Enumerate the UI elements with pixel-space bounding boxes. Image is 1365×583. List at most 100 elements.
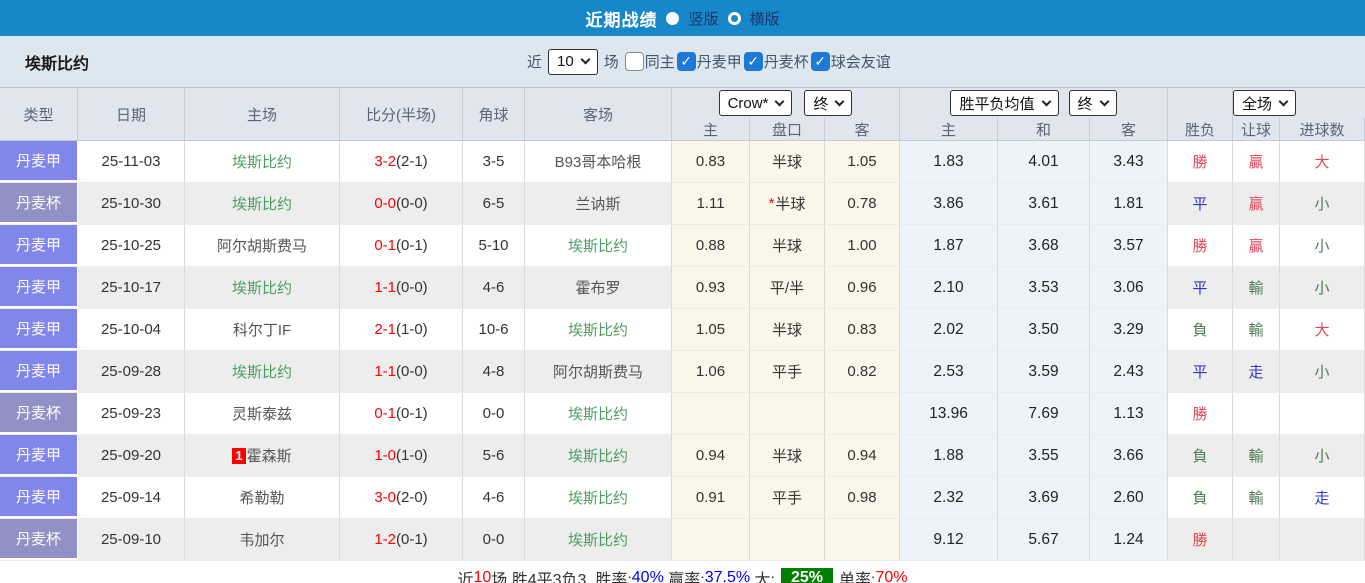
layout-vertical-radio[interactable]	[666, 11, 680, 25]
chevron-down-icon	[580, 54, 591, 65]
result-cell: 平	[1168, 267, 1233, 308]
home-team-cell: 埃斯比约	[185, 267, 340, 308]
filter-controls: 近 10 场 同主 ✓ 丹麦甲 ✓ 丹麦杯 ✓ 球会友谊	[527, 36, 891, 87]
layout-horizontal-label[interactable]: 横版	[750, 8, 780, 29]
chevron-down-icon	[834, 96, 845, 106]
sub-header-avg-away: 客	[1090, 118, 1168, 140]
filter-checkbox-label[interactable]: 丹麦甲	[697, 51, 742, 72]
home-team-cell: 灵斯泰兹	[185, 393, 340, 434]
avg-draw-cell: 3.50	[998, 309, 1090, 350]
result-cell: 勝	[1168, 225, 1233, 266]
table-row: 丹麦甲 25-09-28 埃斯比约 1-1 (0-0) 4-8 阿尔胡斯费马 1.06 平手 0.…	[0, 351, 1365, 393]
sub-header-avg-draw: 和	[998, 118, 1090, 140]
date-cell: 25-09-10	[78, 519, 185, 560]
filter-checkbox-label[interactable]: 同主	[645, 51, 675, 72]
table-row: 丹麦甲 25-09-20 1 霍森斯 1-0 (1-0) 5-6 埃斯比约 0.94 半球 0.94…	[0, 435, 1365, 477]
away-team-cell: 埃斯比约	[525, 435, 672, 476]
handicap-cell: 平/半	[750, 267, 825, 308]
odds-source-select[interactable]: Crow*	[718, 90, 793, 116]
let-result-cell: 贏	[1233, 141, 1280, 182]
score-cell: 3-0 (2-0)	[340, 477, 463, 518]
odds-home-cell: 0.83	[672, 141, 750, 182]
summary-text: 70%	[875, 568, 908, 583]
result-cell: 平	[1168, 183, 1233, 224]
date-cell: 25-09-14	[78, 477, 185, 518]
filter-checkbox-item: ✓ 丹麦杯	[743, 51, 809, 72]
let-result-cell: 贏	[1233, 225, 1280, 266]
sub-header-let: 让球	[1233, 118, 1280, 140]
layout-vertical-label[interactable]: 竖版	[688, 8, 718, 29]
league-type-cell: 丹麦甲	[0, 435, 78, 476]
avg-home-cell: 1.88	[900, 435, 998, 476]
avg-home-cell: 1.87	[900, 225, 998, 266]
filter-checkbox-label[interactable]: 丹麦杯	[764, 51, 809, 72]
handicap-cell	[750, 393, 825, 434]
layout-horizontal-radio[interactable]	[727, 11, 741, 25]
avg-select-group: 胜平负均值 终	[900, 88, 1168, 118]
away-team-cell: 兰讷斯	[525, 183, 672, 224]
star-icon: *	[768, 195, 775, 212]
rank-badge: 1	[232, 447, 246, 464]
avg-away-cell: 3.29	[1090, 309, 1168, 350]
avg-draw-cell: 3.68	[998, 225, 1090, 266]
avg-away-cell: 1.81	[1090, 183, 1168, 224]
away-team-cell: 阿尔胡斯费马	[525, 351, 672, 392]
filter-checkbox-item: ✓ 丹麦甲	[676, 51, 742, 72]
handicap-cell: 平手	[750, 351, 825, 392]
avg-home-cell: 2.02	[900, 309, 998, 350]
league-type-cell: 丹麦甲	[0, 141, 78, 182]
avg-home-cell: 2.32	[900, 477, 998, 518]
sub-header-odds-home: 主	[672, 118, 750, 140]
let-result-cell: 輸	[1233, 309, 1280, 350]
goal-result-cell: 大	[1280, 141, 1365, 182]
odds-home-cell: 1.06	[672, 351, 750, 392]
checkbox-checked-icon[interactable]: ✓	[676, 52, 696, 71]
avg-draw-cell: 3.61	[998, 183, 1090, 224]
team-name: 埃斯比约	[25, 55, 90, 73]
odds-home-cell: 0.93	[672, 267, 750, 308]
odds-away-cell: 0.96	[825, 267, 900, 308]
corners-cell: 4-6	[463, 267, 525, 308]
odds-away-cell: 1.05	[825, 141, 900, 182]
result-cell: 勝	[1168, 519, 1233, 560]
scope-select[interactable]: 全场	[1233, 90, 1297, 116]
filter-checkbox-item: ✓ 球会友谊	[810, 51, 891, 72]
away-team-cell: 埃斯比约	[525, 309, 672, 350]
home-team-cell: 希勒勒	[185, 477, 340, 518]
score-cell: 0-0 (0-0)	[340, 183, 463, 224]
away-team-cell: 埃斯比约	[525, 477, 672, 518]
odds-time-select[interactable]: 终	[804, 90, 853, 116]
odds-away-cell	[825, 393, 900, 434]
avg-home-cell: 3.86	[900, 183, 998, 224]
avg-draw-cell: 3.69	[998, 477, 1090, 518]
score-cell: 1-1 (0-0)	[340, 267, 463, 308]
summary-text: 赢率:	[663, 571, 705, 583]
table-row: 丹麦甲 25-10-25 阿尔胡斯费马 0-1 (0-1) 5-10 埃斯比约 0.88 半球 1…	[0, 225, 1365, 267]
avg-draw-cell: 4.01	[998, 141, 1090, 182]
league-type-cell: 丹麦甲	[0, 225, 78, 266]
chevron-down-icon	[1278, 96, 1289, 106]
odds-home-cell: 0.88	[672, 225, 750, 266]
avg-time-select[interactable]: 终	[1068, 90, 1117, 116]
league-type-cell: 丹麦杯	[0, 183, 78, 224]
let-result-cell: 贏	[1233, 183, 1280, 224]
recent-count-select[interactable]: 10	[548, 48, 598, 75]
home-team-cell: 埃斯比约	[185, 351, 340, 392]
away-team-cell: 埃斯比约	[525, 393, 672, 434]
league-type-cell: 丹麦杯	[0, 393, 78, 434]
goal-result-cell: 小	[1280, 225, 1365, 266]
filter-checkbox-label[interactable]: 球会友谊	[831, 51, 891, 72]
avg-source-select[interactable]: 胜平负均值	[950, 90, 1059, 116]
avg-away-cell: 1.24	[1090, 519, 1168, 560]
summary-bar: 近 10 场,胜4平3负3, 胜率: 40% 赢率: 37.5% 大: 25% 单率: 70%	[0, 561, 1365, 583]
title-bar: 近期战绩 竖版 横版	[0, 0, 1365, 36]
date-cell: 25-10-17	[78, 267, 185, 308]
odds-away-cell: 0.94	[825, 435, 900, 476]
checkbox-checked-icon[interactable]: ✓	[743, 52, 763, 71]
summary-text: 10	[473, 568, 492, 583]
near-label: 近	[527, 54, 543, 71]
checkbox-checked-icon[interactable]: ✓	[810, 52, 830, 71]
checkbox-unchecked-icon[interactable]	[624, 52, 644, 71]
goal-result-cell	[1280, 519, 1365, 560]
handicap-cell: 半球	[750, 225, 825, 266]
